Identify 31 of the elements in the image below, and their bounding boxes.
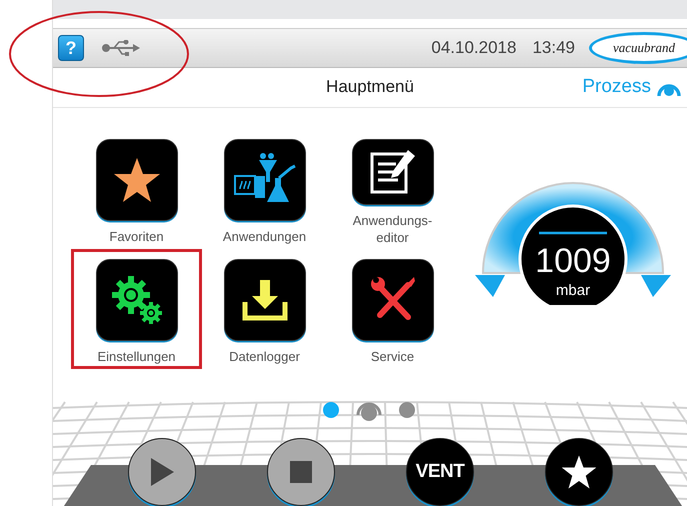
stop-icon (290, 461, 312, 483)
menu-tile-button[interactable] (224, 259, 306, 342)
brand-logo: vacuubrand (589, 32, 687, 64)
upper-limit-marker[interactable] (641, 275, 671, 298)
page-indicator-dot[interactable] (399, 402, 415, 418)
date-text: 04.10.2018 (431, 38, 516, 58)
menu-tile-button[interactable] (352, 139, 434, 206)
time-text: 13:49 (532, 38, 575, 58)
vent-button[interactable]: VENT (406, 438, 474, 506)
pressure-unit: mbar (556, 282, 590, 300)
pressure-value: 1009 (535, 242, 611, 280)
menu-tile-label: Favoriten (109, 228, 164, 246)
menu-tile-label: Anwendungen (222, 228, 306, 246)
menu-tile-label: Service (370, 348, 414, 366)
process-link[interactable]: Prozess (582, 76, 681, 98)
menu-tile-button[interactable] (96, 259, 178, 342)
menu-tile-label: Datenlogger (229, 348, 300, 366)
menu-tile-button[interactable] (224, 139, 306, 222)
document-edit-icon (368, 148, 418, 196)
menu-tile-button[interactable] (96, 139, 178, 222)
star-icon (112, 156, 162, 204)
usb-icon (102, 40, 140, 56)
page-title: Hauptmenü (326, 77, 414, 96)
lower-limit-marker[interactable] (475, 275, 505, 298)
menu-tile-label: Einstellungen (97, 348, 176, 366)
star-icon (560, 454, 598, 490)
help-button[interactable]: ? (58, 35, 84, 62)
menu-tile-label: Anwendungs- editor (352, 212, 432, 246)
menu-tile-button[interactable] (352, 259, 434, 342)
play-icon (149, 457, 175, 487)
page-indicator-dot[interactable] (323, 402, 339, 418)
